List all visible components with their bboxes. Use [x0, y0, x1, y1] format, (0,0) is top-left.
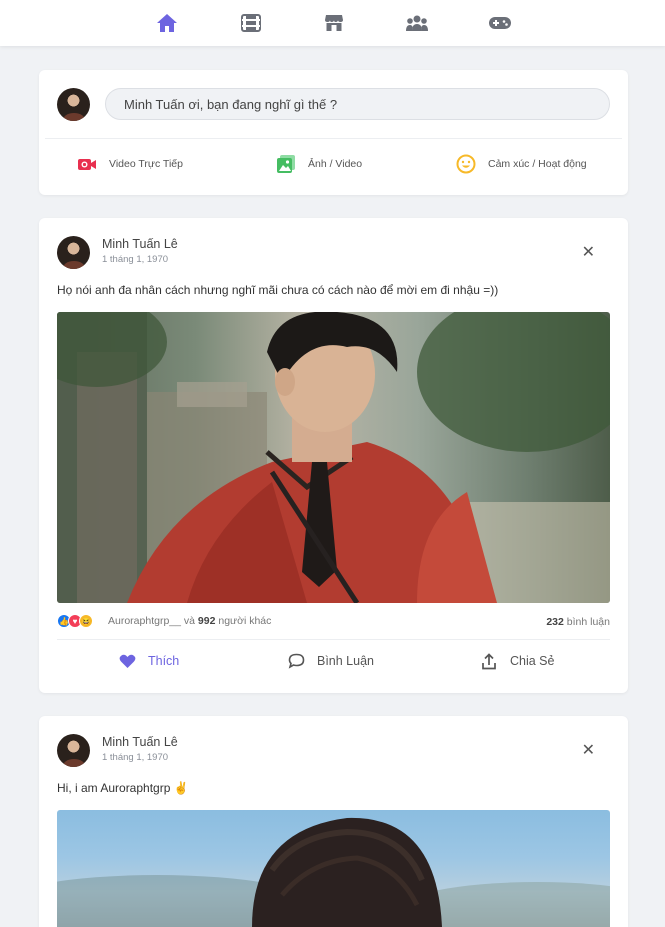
post-composer: Minh Tuấn ơi, bạn đang nghĩ gì thế ? Vid…	[39, 70, 628, 195]
share-icon	[480, 652, 498, 670]
haha-reaction-icon: 😆	[79, 614, 93, 628]
feeling-activity-label: Cảm xúc / Hoạt động	[488, 158, 587, 170]
post-date[interactable]: 1 tháng 1, 1970	[102, 752, 168, 763]
store-icon[interactable]	[322, 11, 346, 35]
avatar[interactable]	[57, 236, 90, 269]
reaction-summary[interactable]: Auroraphtgrp__ và 992 người khác	[108, 615, 271, 627]
post-card: Minh Tuấn Lê 1 tháng 1, 1970 ✕ Hi, i am …	[39, 716, 628, 927]
home-icon[interactable]	[155, 11, 179, 35]
post-image[interactable]	[57, 312, 610, 603]
post-card: Minh Tuấn Lê 1 tháng 1, 1970 ✕ Họ nói an…	[39, 218, 628, 693]
live-video-button[interactable]: Video Trực Tiếp	[77, 154, 183, 174]
reaction-suffix: người khác	[218, 615, 272, 627]
reaction-count: 992	[197, 615, 216, 627]
avatar[interactable]	[57, 88, 90, 121]
live-video-icon	[77, 154, 97, 174]
post-caption: Họ nói anh đa nhân cách nhưng nghĩ mãi c…	[57, 283, 499, 297]
post-author[interactable]: Minh Tuấn Lê	[102, 237, 178, 251]
post-caption: Hi, i am Auroraphtgrp ✌️	[57, 781, 189, 795]
share-label: Chia Sẻ	[510, 654, 555, 668]
divider	[45, 138, 622, 139]
reactor-joiner: và	[183, 615, 195, 627]
live-video-label: Video Trực Tiếp	[109, 158, 183, 170]
post-image[interactable]	[57, 810, 610, 927]
like-button[interactable]: Thích	[118, 652, 179, 670]
gaming-icon[interactable]	[488, 11, 512, 35]
post-author[interactable]: Minh Tuấn Lê	[102, 735, 178, 749]
close-icon[interactable]: ✕	[582, 743, 595, 759]
groups-icon[interactable]	[405, 11, 429, 35]
share-button[interactable]: Chia Sẻ	[480, 652, 554, 670]
like-label: Thích	[148, 654, 180, 668]
comment-label: Bình Luận	[317, 654, 374, 668]
photo-video-label: Ảnh / Video	[308, 158, 363, 170]
close-icon[interactable]: ✕	[582, 245, 595, 261]
video-icon[interactable]	[239, 11, 263, 35]
reactor-name: Auroraphtgrp__	[108, 615, 181, 627]
post-stats: 👍 ♥ 😆 Auroraphtgrp__ và 992 người khác 2…	[57, 614, 610, 630]
smiley-icon	[456, 154, 476, 174]
photo-video-button[interactable]: Ảnh / Video	[276, 154, 362, 174]
comment-number: 232	[546, 616, 564, 628]
comment-button[interactable]: Bình Luận	[287, 652, 374, 670]
reaction-icons[interactable]: 👍 ♥ 😆	[57, 614, 93, 628]
divider	[57, 639, 610, 640]
feeling-activity-button[interactable]: Cảm xúc / Hoạt động	[456, 154, 587, 174]
top-navigation	[0, 0, 665, 46]
heart-icon	[118, 652, 136, 670]
comment-count[interactable]: 232 bình luận	[546, 616, 610, 628]
post-date[interactable]: 1 tháng 1, 1970	[102, 254, 168, 265]
avatar[interactable]	[57, 734, 90, 767]
comment-label: bình luận	[566, 616, 610, 628]
comment-icon	[287, 652, 305, 670]
photo-icon	[276, 154, 296, 174]
status-input[interactable]: Minh Tuấn ơi, bạn đang nghĩ gì thế ?	[105, 88, 610, 120]
